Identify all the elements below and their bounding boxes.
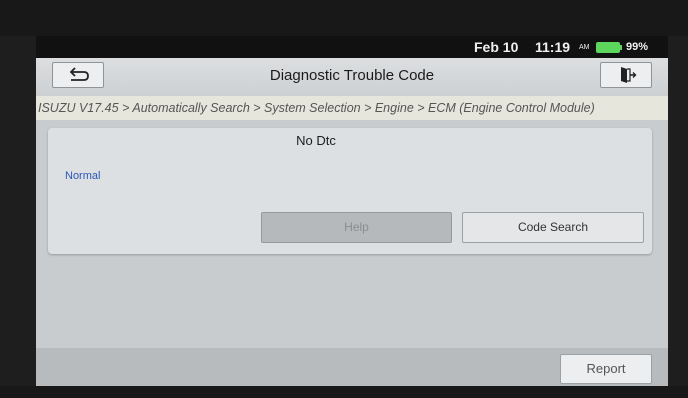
- device-bezel-left: [0, 36, 36, 398]
- status-time: 11:19: [535, 39, 571, 55]
- battery-icon: [596, 42, 620, 53]
- status-bar: Feb 10 11:19 AM 99%: [36, 36, 668, 58]
- status-ampm: AM: [579, 44, 590, 51]
- exit-button[interactable]: [600, 62, 652, 88]
- dtc-result-title: No Dtc: [296, 133, 336, 148]
- battery-tip: [620, 45, 622, 50]
- device-bezel-right: [668, 36, 688, 398]
- back-button[interactable]: [52, 62, 104, 88]
- device-screen: Feb 10 11:19 AM 99% Diagnostic Trouble C…: [36, 36, 668, 386]
- back-arrow-icon: [69, 67, 89, 81]
- exit-door-icon: [621, 67, 637, 83]
- bottom-toolbar: Report: [36, 348, 668, 386]
- battery-percent: 99%: [626, 41, 649, 53]
- help-button[interactable]: Help: [261, 212, 452, 243]
- page-title: Diagnostic Trouble Code: [269, 67, 435, 84]
- device-bezel-bottom: [0, 386, 688, 398]
- device-bezel-top: [0, 0, 688, 36]
- dtc-status-text: Normal: [65, 170, 101, 182]
- breadcrumb: ISUZU V17.45 > Automatically Search > Sy…: [36, 96, 668, 120]
- app-header: Diagnostic Trouble Code: [36, 58, 668, 96]
- report-button[interactable]: Report: [560, 354, 652, 384]
- code-search-button[interactable]: Code Search: [462, 212, 644, 243]
- content-area: No Dtc Normal Help Code Search: [36, 120, 668, 348]
- status-date: Feb 10: [474, 39, 519, 55]
- dtc-result-card: No Dtc Normal Help Code Search: [48, 128, 652, 254]
